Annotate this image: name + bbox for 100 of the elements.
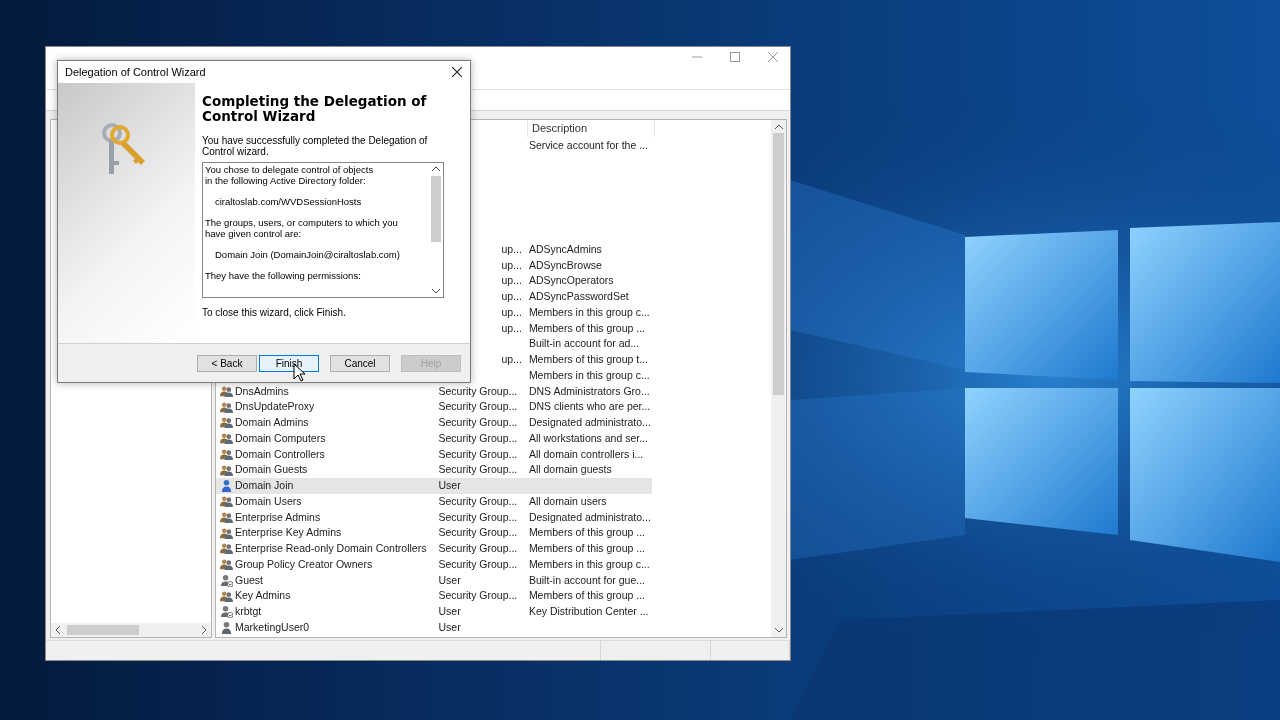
dialog-button[interactable]: < Back xyxy=(197,354,257,372)
close-icon[interactable] xyxy=(452,67,462,77)
list-row[interactable]: Guest User Built-in account for gue... xyxy=(216,572,652,589)
table-cell-text: Domain Admins xyxy=(235,415,309,430)
table-cell: ADSyncPasswordSet xyxy=(528,290,629,302)
table-cell: Designated administrato... xyxy=(528,416,651,428)
table-cell: Security Group... xyxy=(438,447,518,460)
table-cell: All domain users xyxy=(528,494,607,507)
group-icon xyxy=(220,463,233,477)
wizard-heading: Completing the Delegation of Control Wizard xyxy=(202,94,428,124)
scrollbar-thumb[interactable] xyxy=(773,133,784,395)
table-cell: Designated administrato... xyxy=(528,510,651,523)
table-cell: ADSyncOperators xyxy=(528,274,614,287)
table-cell: Members of this group ... xyxy=(528,321,645,334)
table-cell-text: Domain Join xyxy=(235,478,294,493)
list-row[interactable]: Enterprise Admins Security Group... Designated administrato... xyxy=(216,509,652,526)
table-cell: Security Group... xyxy=(438,431,518,444)
scroll-down-icon[interactable] xyxy=(432,289,440,294)
table-cell: Key Distribution Center ... xyxy=(528,605,649,617)
dialog-button[interactable]: Finish xyxy=(259,354,319,372)
table-cell: DNS clients who are per... xyxy=(528,400,651,413)
user-icon xyxy=(220,621,233,635)
horizontal-scrollbar[interactable] xyxy=(51,623,211,637)
list-row[interactable]: Enterprise Read-only Domain Controllers Security Group... Members of this group ... xyxy=(216,541,652,557)
table-cell: Members of this group t... xyxy=(528,353,648,365)
group-icon xyxy=(220,495,233,509)
table-cell: Security Group... xyxy=(438,526,518,539)
list-row[interactable]: Enterprise Key Admins Security Group... Members of this group ... xyxy=(216,525,652,541)
list-row[interactable]: Domain Users Security Group... All domain users xyxy=(216,493,652,510)
list-row[interactable]: Domain Computers Security Group... All workstations and ser... xyxy=(216,430,652,447)
column-header[interactable]: Description xyxy=(528,120,655,137)
table-cell: DNS Administrators Gro... xyxy=(528,384,650,397)
scrollbar-thumb[interactable] xyxy=(431,176,441,242)
table-cell: All workstations and ser... xyxy=(528,431,648,444)
group-icon xyxy=(220,526,233,540)
table-cell: ADSyncAdmins xyxy=(528,242,602,255)
summary-text: ciraltoslab.com/WVDSessionHosts xyxy=(215,196,363,207)
scroll-left-icon[interactable] xyxy=(55,626,61,634)
table-cell-text: MarketingUser0 xyxy=(235,619,310,635)
table-cell: User xyxy=(438,605,461,617)
list-row[interactable]: DnsUpdateProxy Security Group... DNS clients who are per... xyxy=(216,399,652,415)
summary-text: have given control are: xyxy=(205,228,303,239)
list-row[interactable]: Domain Guests Security Group... All domain guests xyxy=(216,462,652,478)
list-row[interactable]: DnsAdmins Security Group... DNS Administrators Gro... xyxy=(216,383,652,400)
group-icon xyxy=(220,558,233,572)
table-cell: User xyxy=(438,479,461,491)
scroll-right-icon[interactable] xyxy=(201,626,207,634)
table-cell: up... xyxy=(501,305,522,318)
table-cell-text: Group Policy Creator Owners xyxy=(235,556,373,572)
user-icon xyxy=(220,479,233,493)
table-cell: Security Group... xyxy=(438,542,518,554)
table-cell: Security Group... xyxy=(438,463,518,476)
list-row[interactable]: krbtgt User Key Distribution Center ... xyxy=(216,604,652,620)
table-cell-text: Domain Controllers xyxy=(235,446,325,462)
dialog-title: Delegation of Control Wizard xyxy=(65,66,206,78)
list-row[interactable]: Group Policy Creator Owners Security Group... Members in this group c... xyxy=(216,556,652,573)
group-icon xyxy=(220,416,233,430)
intro-text: You have successfully completed the Delegation of Control wizard. xyxy=(202,135,429,157)
user-icon xyxy=(220,573,233,587)
table-cell: up... xyxy=(501,258,522,271)
list-row[interactable]: Domain Join User xyxy=(216,478,652,494)
table-cell-text: Enterprise Read-only Domain Controllers xyxy=(235,541,427,556)
list-row[interactable]: Domain Controllers Security Group... All domain controllers i... xyxy=(216,446,652,463)
table-cell: up... xyxy=(501,242,522,255)
list-row[interactable]: MarketingUser0 User xyxy=(216,619,652,636)
maximize-icon[interactable] xyxy=(730,52,740,62)
list-row[interactable]: Domain Admins Security Group... Designated administrato... xyxy=(216,415,652,431)
list-row[interactable]: Key Admins Security Group... Members of this group ... xyxy=(216,588,652,604)
table-cell: Key Admins xyxy=(235,588,291,604)
table-cell: Security Group... xyxy=(438,557,518,570)
vertical-scrollbar[interactable] xyxy=(771,120,786,637)
summary-text: They have the following permissions: xyxy=(205,270,362,281)
scrollbar-thumb[interactable] xyxy=(67,625,139,635)
summary-text: Domain Join (DomainJoin@ciraltoslab.com) xyxy=(215,249,401,260)
table-cell: Enterprise Key Admins xyxy=(235,525,342,541)
table-cell-text: Domain Users xyxy=(235,493,302,509)
scroll-up-icon[interactable] xyxy=(432,166,440,171)
scroll-down-icon[interactable] xyxy=(774,628,783,633)
table-cell: Members of this group ... xyxy=(528,542,645,554)
table-cell-text: Enterprise Admins xyxy=(235,509,321,525)
scroll-up-icon[interactable] xyxy=(774,124,783,129)
dialog-button[interactable]: Cancel xyxy=(330,354,390,372)
summary-text: You chose to delegate control of objects xyxy=(205,164,375,175)
table-cell: All domain guests xyxy=(528,463,612,476)
table-cell: Built-in account for ad... xyxy=(528,337,640,350)
table-cell: Members in this group c... xyxy=(528,557,650,570)
table-cell: Members in this group c... xyxy=(528,305,650,318)
table-cell: DnsUpdateProxy xyxy=(235,399,315,415)
table-cell-text: Domain Computers xyxy=(235,430,326,446)
table-cell: Security Group... xyxy=(438,510,518,523)
table-cell: Members of this group ... xyxy=(528,589,645,602)
table-cell: up... xyxy=(501,274,522,287)
user-icon xyxy=(220,605,233,619)
table-cell: User xyxy=(438,573,461,586)
instruction-text: To close this wizard, click Finish. xyxy=(202,307,347,318)
table-cell: up... xyxy=(501,321,522,334)
table-cell: Security Group... xyxy=(438,416,518,428)
table-cell: up... xyxy=(501,290,522,302)
table-cell: Built-in account for gue... xyxy=(528,573,646,586)
table-cell: Security Group... xyxy=(438,400,518,413)
